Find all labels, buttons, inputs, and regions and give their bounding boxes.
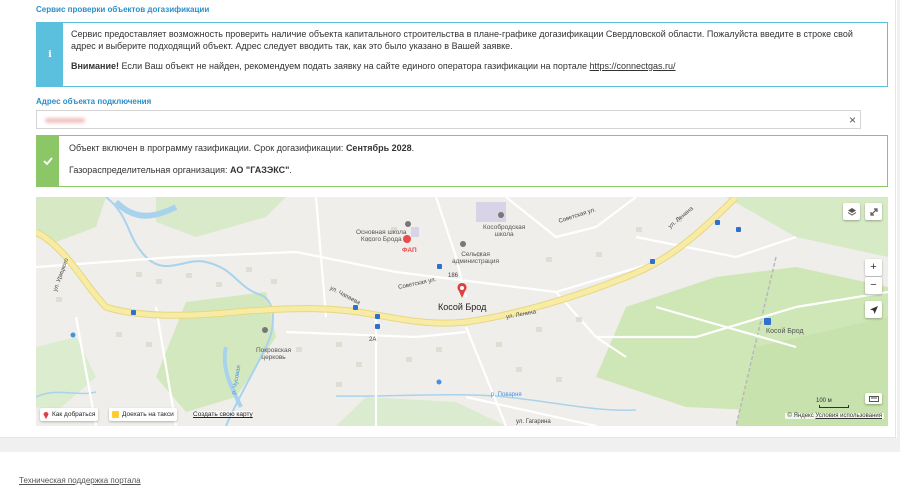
warning-label: Внимание!	[71, 61, 119, 71]
map-label-village: Косой Брод	[438, 302, 487, 312]
result-org-text: Газораспределительная организация:	[69, 165, 231, 175]
clear-icon[interactable]: ×	[849, 113, 856, 127]
info-alert: i Сервис предоставляет возможность прове…	[36, 22, 888, 87]
result-line-org: Газораспределительная организация: АО "Г…	[69, 164, 877, 176]
support-link[interactable]: Техническая поддержка портала	[19, 476, 141, 485]
info-description: Сервис предоставляет возможность провери…	[71, 29, 853, 51]
route-button-label: Как добраться	[52, 411, 96, 418]
result-text-block: Объект включен в программу газификации. …	[59, 136, 887, 186]
info-icon: i	[37, 23, 63, 86]
map-label-station: Косой Брод	[766, 328, 804, 335]
result-org-end: .	[289, 165, 292, 175]
map-label-2a: 2А	[369, 337, 377, 343]
map-scale-bar	[819, 405, 849, 408]
map-widget[interactable]: Косой Брод Косой Брод Основная школа Кос…	[36, 197, 888, 426]
address-label: Адрес объекта подключения	[36, 97, 152, 106]
result-line-program: Объект включен в программу газификации. …	[69, 142, 877, 154]
info-text-block: Сервис предоставляет возможность провери…	[63, 23, 887, 86]
map-copyright: © Яндекс Условия использования	[785, 413, 884, 419]
geolocation-icon[interactable]	[865, 301, 882, 318]
connectgas-link[interactable]: https://connectgas.ru/	[590, 61, 676, 71]
taxi-button-label: Доехать на такси	[122, 411, 174, 418]
map-label-gagarina: ул. Гагарина	[516, 419, 551, 425]
route-pin-icon	[43, 411, 49, 419]
map-label-school2: Кособродская школа	[483, 224, 526, 238]
ruler-icon[interactable]	[865, 393, 882, 404]
address-input[interactable]: ×	[36, 110, 861, 129]
check-icon	[37, 136, 59, 186]
zoom-out-button[interactable]: −	[865, 277, 882, 294]
page-divider	[0, 438, 900, 452]
route-button[interactable]: Как добраться	[40, 408, 99, 421]
terms-link[interactable]: Условия использования	[815, 413, 882, 419]
success-alert: Объект включен в программу газификации. …	[36, 135, 888, 187]
page: Сервис проверки объектов догазификации i…	[0, 0, 900, 500]
map-scale-label: 100 м	[816, 398, 832, 404]
result-program-text: Объект включен в программу газификации. …	[69, 143, 346, 153]
zoom-in-button[interactable]: +	[865, 259, 882, 276]
map-label-povarnya: р. Поварня	[491, 392, 522, 398]
result-deadline: Сентябрь 2028	[345, 143, 412, 153]
map-label-186: 186	[448, 273, 459, 279]
map-label-school: Основная школа Косого Брода	[356, 229, 407, 243]
taxi-button[interactable]: Доехать на такси	[109, 408, 177, 421]
layers-icon[interactable]	[843, 203, 860, 220]
create-map-link[interactable]: Создать свою карту	[193, 411, 253, 418]
map-label-admin: Сельская администрация	[452, 251, 500, 265]
info-warning: Внимание! Если Ваш объект не найден, рек…	[71, 60, 879, 72]
copyright-text: © Яндекс	[787, 413, 816, 419]
map-label-fap: ФАП	[402, 247, 417, 254]
result-org-name: АО "ГАЗЭКС"	[230, 165, 290, 175]
section-title: Сервис проверки объектов догазификации	[36, 5, 210, 14]
taxi-icon	[112, 411, 119, 418]
fullscreen-icon[interactable]	[865, 203, 882, 220]
map-label-church: Покровская церковь	[256, 347, 292, 361]
warning-text: Если Ваш объект не найден, рекомендуем п…	[118, 61, 590, 71]
result-program-end: .	[411, 143, 415, 153]
address-value-redacted	[45, 118, 85, 123]
